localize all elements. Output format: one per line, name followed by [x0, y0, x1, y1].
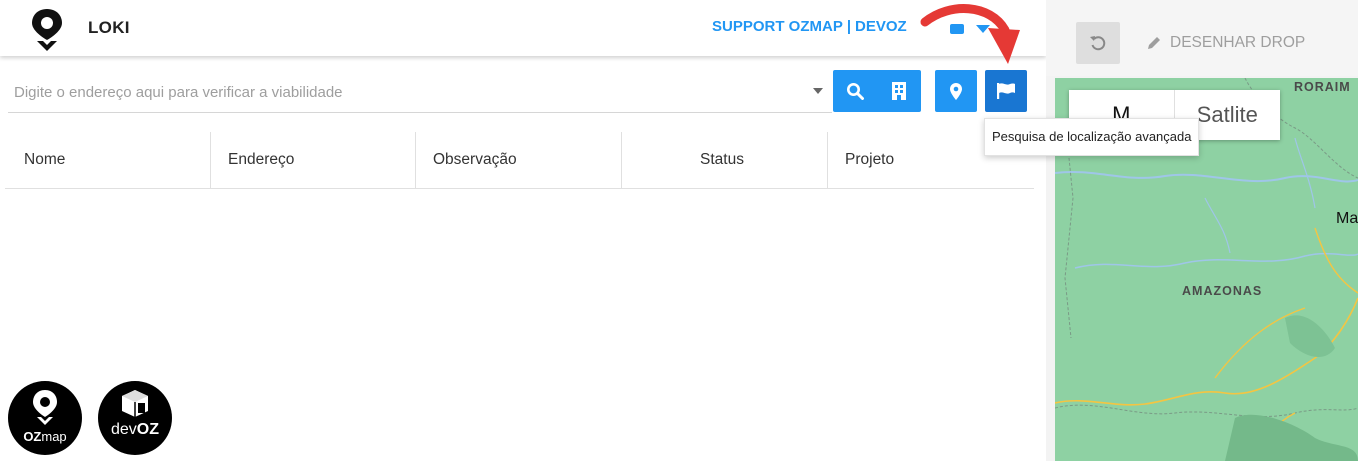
map-label-city: Ma — [1336, 210, 1358, 227]
building-icon — [892, 82, 906, 100]
pencil-icon — [1148, 37, 1160, 49]
support-label[interactable]: SUPPORT OZMAP — [712, 18, 843, 35]
header-separator: | — [846, 18, 852, 35]
map-marker-icon — [950, 82, 962, 100]
column-header-observacao[interactable]: Observação — [416, 132, 622, 188]
map-label-amazonas: AMAZONAS — [1182, 284, 1263, 298]
undo-icon — [1090, 36, 1106, 51]
ozmap-logo-text-a: OZ — [23, 429, 42, 444]
user-menu[interactable]: SUPPORT OZMAP | DEVOZ — [712, 18, 907, 35]
cube-logo-icon — [122, 390, 148, 417]
draw-drop-button[interactable]: DESENHAR DROP — [1146, 34, 1305, 52]
results-table-header: Nome Endereço Observação Status Projeto — [5, 132, 1034, 189]
ozmap-logo-text-b: map — [41, 429, 67, 444]
map-pin-logo-icon[interactable] — [29, 8, 65, 52]
column-header-status[interactable]: Status — [622, 132, 828, 188]
column-header-nome[interactable]: Nome — [5, 132, 211, 188]
map-label-roraima: RORAIM — [1294, 80, 1351, 94]
devoz-logo-text-b: OZ — [136, 421, 159, 438]
advanced-location-button[interactable] — [985, 70, 1027, 112]
user-label[interactable]: DEVOZ — [855, 18, 907, 35]
advanced-location-tooltip: Pesquisa de localização avançada — [984, 118, 1200, 156]
undo-button[interactable] — [1076, 22, 1120, 64]
map-toolbar: DESENHAR DROP — [1046, 0, 1358, 76]
address-search-field[interactable] — [8, 70, 832, 113]
caret-down-icon[interactable] — [813, 88, 823, 94]
ozmap-logo: OZmap — [8, 381, 82, 455]
draw-drop-label: DESENHAR DROP — [1170, 34, 1306, 51]
flag-icon — [997, 83, 1015, 99]
map-type-option-satellite-part-a: Sat — [1196, 102, 1230, 127]
location-button[interactable] — [935, 70, 977, 112]
app-header: LOKI SUPPORT OZMAP | DEVOZ — [0, 0, 1046, 56]
chevron-down-icon[interactable] — [950, 22, 990, 36]
search-input[interactable] — [12, 80, 796, 104]
column-header-endereco[interactable]: Endereço — [211, 132, 416, 188]
search-icon — [847, 83, 864, 100]
devoz-logo-text-a: dev — [110, 421, 137, 438]
search-button[interactable] — [833, 70, 877, 112]
building-button[interactable] — [877, 70, 921, 112]
app-title: LOKI — [88, 18, 130, 37]
devoz-logo: devOZ — [98, 381, 172, 455]
search-button-group[interactable] — [833, 70, 921, 112]
map-panel: DESENHAR DROP M Sat lite RORAIM AMAZONAS … — [1046, 0, 1358, 461]
map-type-option-satellite-part-b: lite — [1229, 102, 1258, 127]
